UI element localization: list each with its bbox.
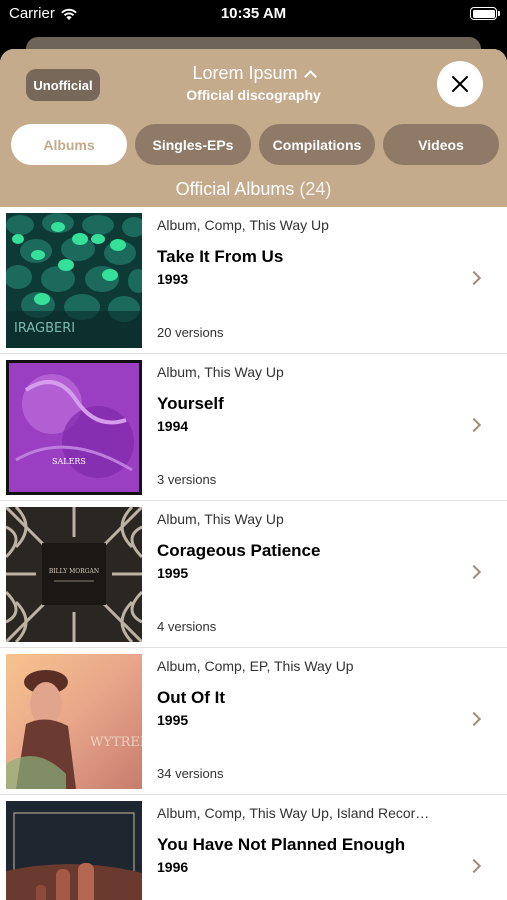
chevron-up-icon [303,69,317,83]
album-year: 1993 [157,271,189,287]
album-row[interactable]: WYTREN LEON Album, Comp, EP, This Way Up… [0,648,507,795]
album-list: IRAGBERI Album, Comp, This Way Up Take I… [0,207,507,900]
section-count: (24) [299,179,332,199]
discography-sheet: Unofficial Lorem Ipsum Official discogra… [0,49,507,900]
album-meta: Album, Comp, This Way Up [157,217,329,233]
album-title: Yourself [157,394,224,413]
album-year: 1995 [157,565,189,581]
album-cover: BILLY MORGAN [6,507,142,642]
tab-compilations[interactable]: Compilations [259,124,375,165]
page-subtitle: Official discography [186,87,321,103]
title-block[interactable]: Lorem Ipsum Official discography [120,63,387,103]
close-icon [452,76,468,92]
artist-title: Lorem Ipsum [192,63,298,83]
chevron-right-icon [466,564,482,580]
album-title: Out Of It [157,688,225,707]
chevron-right-icon [466,270,482,286]
album-meta: Album, This Way Up [157,364,284,380]
album-cover: WYTREN LEON [6,654,142,789]
album-versions: 20 versions [157,325,224,340]
album-meta: Album, Comp, EP, This Way Up [157,658,354,674]
album-versions: 4 versions [157,619,217,634]
category-tabs: Albums Singles-EPs Compilations Videos [11,124,507,165]
album-title: Corageous Patience [157,541,321,560]
tab-videos[interactable]: Videos [383,124,499,165]
tab-singles-eps[interactable]: Singles-EPs [135,124,251,165]
album-versions: 3 versions [157,472,217,487]
album-versions: 34 versions [157,766,224,781]
unofficial-button[interactable]: Unofficial [26,69,100,101]
album-year: 1995 [157,712,189,728]
section-title: Official Albums (24) [0,179,507,200]
chevron-right-icon [466,417,482,433]
album-year: 1996 [157,859,189,875]
album-cover [6,801,142,900]
album-cover: SALERS [6,360,142,495]
album-row[interactable]: IRAGBERI Album, Comp, This Way Up Take I… [0,207,507,354]
cover-text: SALERS [52,457,86,466]
sheet-header: Unofficial Lorem Ipsum Official discogra… [0,49,507,207]
album-row[interactable]: Album, Comp, This Way Up, Island Recor… … [0,795,507,900]
album-title: You Have Not Planned Enough [157,835,406,854]
clock: 10:35 AM [220,5,287,22]
cover-text: BILLY MORGAN [49,568,99,575]
close-button[interactable] [437,61,483,107]
album-meta: Album, This Way Up [157,511,284,527]
album-year: 1994 [157,418,189,434]
cover-text: WYTREN LEON [90,735,142,750]
battery-icon [470,7,500,20]
tab-albums[interactable]: Albums [11,124,127,165]
album-cover: IRAGBERI [6,213,142,348]
album-row[interactable]: BILLY MORGAN Album, This Way Up Corageou… [0,501,507,648]
status-bar: Carrier 10:35 AM [0,0,507,30]
chevron-right-icon [466,858,482,874]
album-meta: Album, Comp, This Way Up, Island Recor… [157,805,430,821]
chevron-right-icon [466,711,482,727]
album-row[interactable]: SALERS Album, This Way Up Yourself 1994 … [0,354,507,501]
album-title: Take It From Us [157,247,284,266]
section-title-label: Official Albums [175,179,295,199]
cover-text: IRAGBERI [14,321,75,336]
